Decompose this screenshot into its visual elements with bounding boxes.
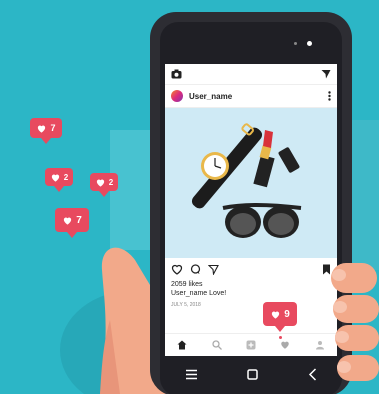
right-hand-fingers — [331, 263, 379, 381]
bottom-navigation — [165, 333, 337, 356]
add-post-icon[interactable] — [246, 340, 256, 350]
notification-count: 2 — [108, 177, 114, 187]
home-square-icon[interactable] — [247, 368, 259, 380]
search-icon[interactable] — [211, 340, 222, 350]
heart-outline-icon[interactable] — [171, 264, 183, 275]
username[interactable]: User_name — [189, 92, 322, 101]
post-image-accessories — [191, 123, 302, 238]
notification-count: 7 — [50, 123, 56, 133]
back-icon[interactable] — [308, 367, 317, 381]
avatar[interactable] — [171, 90, 183, 102]
front-camera — [307, 41, 312, 46]
sunglasses-illustration — [222, 203, 302, 238]
post-caption: User_name Love! — [171, 290, 227, 297]
comment-icon[interactable] — [190, 263, 201, 275]
more-options-icon[interactable] — [328, 91, 331, 101]
notification-count: 9 — [284, 308, 290, 320]
direct-message-icon[interactable] — [321, 69, 331, 79]
app-top-bar — [165, 64, 337, 85]
heart-icon — [272, 311, 280, 319]
heart-icon — [38, 125, 46, 133]
illustration-scene: 7 2 2 7 User_name 2059 likes User_name L… — [0, 0, 379, 394]
instagram-screen: User_name 2059 likes User_name Love! JUL… — [165, 64, 337, 356]
heart-icon — [96, 179, 104, 187]
like-notification-badge: 2 — [90, 173, 118, 197]
like-notification-badge: 9 — [263, 302, 297, 332]
profile-icon[interactable] — [315, 340, 325, 350]
post-photo[interactable] — [165, 108, 337, 258]
watch-illustration — [191, 123, 263, 209]
like-notification-badge: 7 — [30, 118, 62, 144]
like-count[interactable]: 2059 likes — [165, 280, 337, 289]
camera-icon[interactable] — [171, 69, 182, 79]
notification-count: 7 — [76, 214, 82, 226]
heart-icon — [51, 174, 59, 182]
like-notification-badge: 7 — [55, 208, 89, 238]
home-icon[interactable] — [177, 340, 187, 350]
system-navigation — [160, 360, 342, 388]
share-icon[interactable] — [208, 264, 219, 275]
menu-icon[interactable] — [185, 369, 198, 380]
heart-icon — [64, 217, 72, 225]
post-date: JULY 5, 2018 — [171, 302, 201, 308]
activity-heart-icon[interactable] — [280, 340, 290, 350]
notification-dot — [279, 336, 282, 339]
notification-count: 2 — [63, 172, 69, 182]
post-actions — [165, 258, 337, 280]
front-sensor — [294, 42, 297, 45]
post-header: User_name — [165, 85, 337, 108]
like-notification-badge: 2 — [45, 168, 73, 192]
